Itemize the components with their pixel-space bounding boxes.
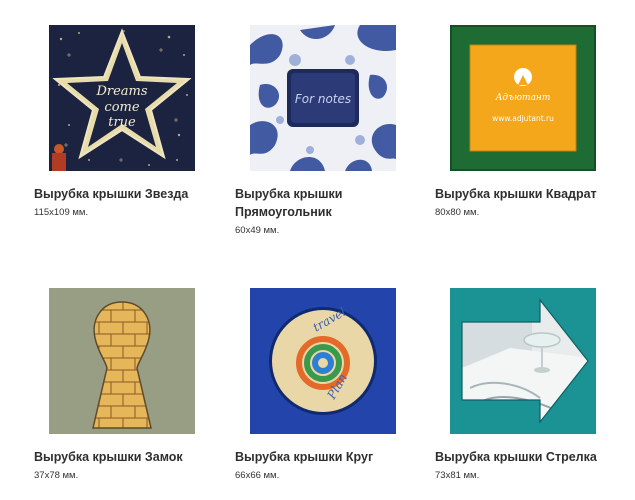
rectangle-cover-image: For notes — [250, 25, 396, 171]
product-image-rectangle[interactable]: For notes — [250, 25, 396, 171]
product-title[interactable]: Вырубка крышки Замок — [34, 448, 209, 466]
keyhole-cover-image — [49, 288, 195, 434]
product-image-keyhole[interactable] — [49, 288, 195, 434]
star-cover-image: Dreams come true — [49, 25, 195, 171]
square-image-url: www.adjutant.ru — [492, 114, 554, 123]
product-size: 60x49 мм. — [235, 225, 280, 236]
product-image-square[interactable]: Адъютант www.adjutant.ru — [450, 25, 596, 171]
product-title[interactable]: Вырубка крышки Прямоугольник — [235, 185, 410, 221]
product-card[interactable]: Адъютант www.adjutant.ru Вырубка крышки … — [435, 25, 610, 219]
product-size: 115x109 мм. — [34, 207, 89, 218]
product-image-star[interactable]: Dreams come true — [49, 25, 195, 171]
arrow-cover-image — [450, 288, 596, 434]
product-size: 37x78 мм. — [34, 470, 79, 481]
star-image-line-3: true — [108, 115, 136, 130]
product-title[interactable]: Вырубка крышки Звезда — [34, 185, 209, 203]
circle-cover-image: travel Plan — [250, 288, 396, 434]
product-title[interactable]: Вырубка крышки Круг — [235, 448, 410, 466]
star-image-line-2: come — [104, 100, 139, 115]
product-card[interactable]: For notes Вырубка крышки Прямоугольник 6… — [235, 25, 410, 237]
product-card[interactable]: Вырубка крышки Стрелка 73x81 мм. — [435, 288, 610, 482]
product-card[interactable]: Вырубка крышки Замок 37x78 мм. — [34, 288, 209, 482]
square-cover-image: Адъютант www.adjutant.ru — [450, 25, 596, 171]
product-card[interactable]: Dreams come true Вырубка крышки Звезда 1… — [34, 25, 209, 219]
product-size: 66x66 мм. — [235, 470, 280, 481]
rectangle-image-text: For notes — [295, 92, 351, 106]
product-size: 73x81 мм. — [435, 470, 480, 481]
product-title[interactable]: Вырубка крышки Стрелка — [435, 448, 610, 466]
product-title[interactable]: Вырубка крышки Квадрат — [435, 185, 610, 203]
square-image-brand: Адъютант — [495, 93, 551, 103]
star-image-line-1: Dreams — [95, 84, 147, 99]
product-card[interactable]: travel Plan Вырубка крышки Круг 66x66 мм… — [235, 288, 410, 482]
product-size: 80x80 мм. — [435, 207, 480, 218]
product-image-arrow[interactable] — [450, 288, 596, 434]
product-image-circle[interactable]: travel Plan — [250, 288, 396, 434]
